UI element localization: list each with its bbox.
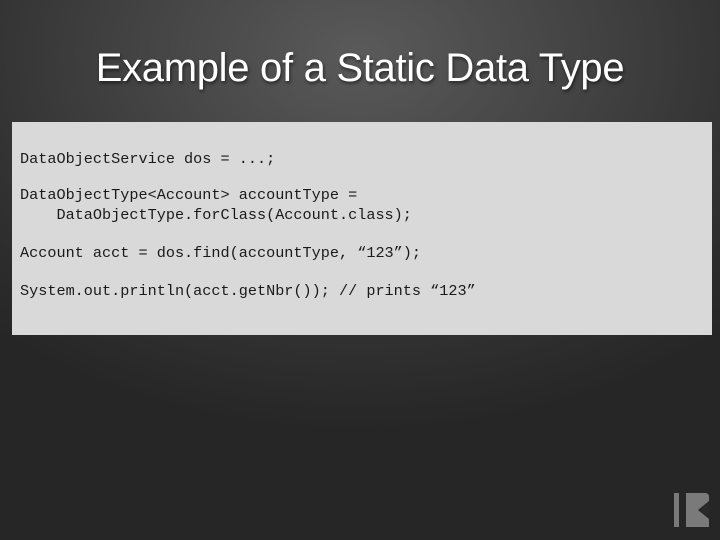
- k-logo-icon: [674, 493, 710, 527]
- code-block: DataObjectService dos = ...; DataObjectT…: [12, 122, 712, 335]
- code-line: DataObjectType<Account> accountType =: [20, 186, 358, 204]
- slide-title: Example of a Static Data Type: [95, 46, 625, 90]
- code-line: Account acct = dos.find(accountType, “12…: [20, 244, 422, 262]
- code-line: DataObjectType.forClass(Account.class);: [20, 206, 412, 224]
- slide: Example of a Static Data Type DataObject…: [0, 0, 720, 540]
- code-line: DataObjectService dos = ...;: [20, 150, 276, 168]
- code-line: System.out.println(acct.getNbr()); // pr…: [20, 282, 476, 300]
